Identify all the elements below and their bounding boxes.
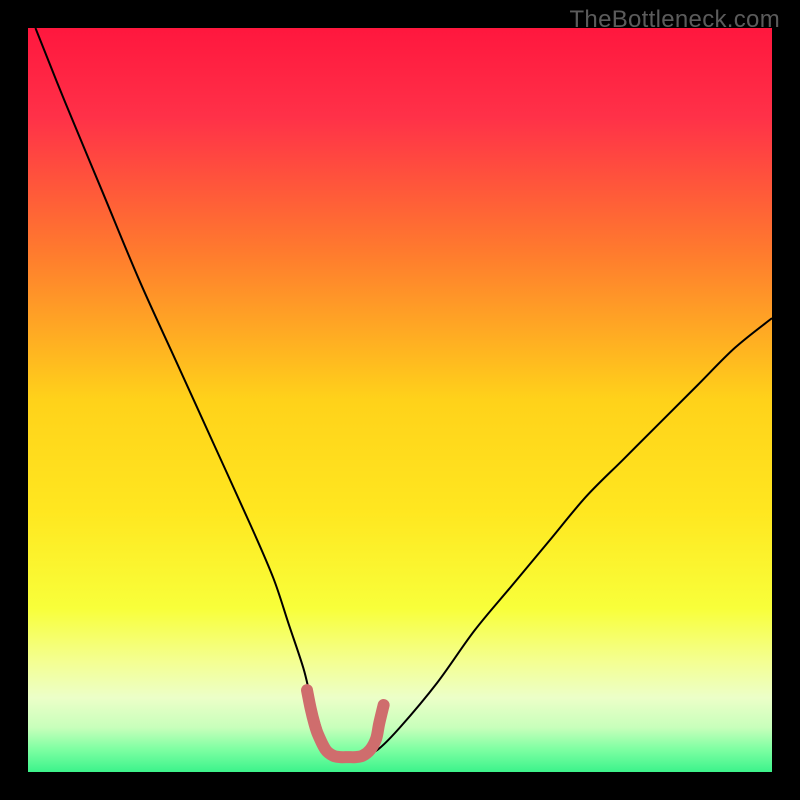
watermark-text: TheBottleneck.com [569,6,780,34]
bottleneck-curve [35,28,772,757]
curve-layer [28,28,772,772]
plot-area [28,28,772,772]
chart-frame: TheBottleneck.com [0,0,800,800]
flat-minimum-marker [307,690,384,757]
